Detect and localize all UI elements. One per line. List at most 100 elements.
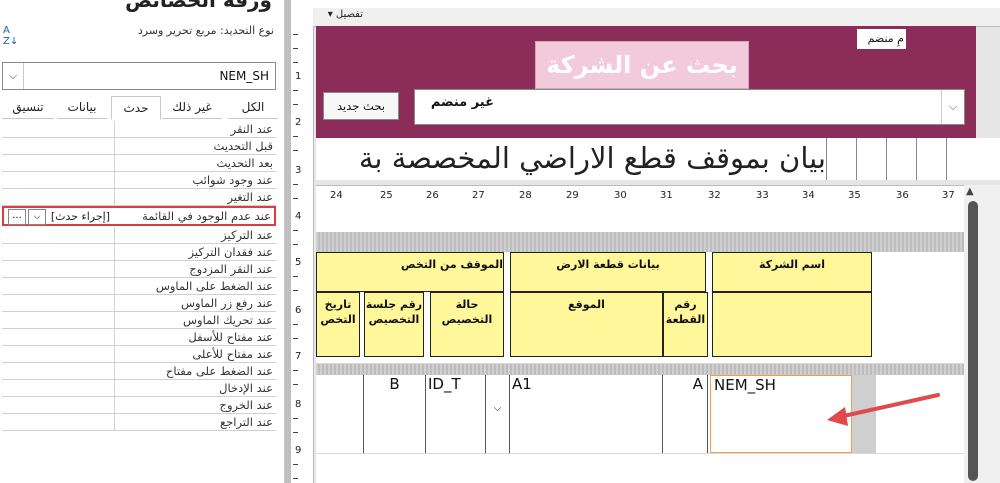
chevron-down-icon[interactable]: ⌵ (941, 90, 964, 124)
land-data-label[interactable]: بيانات قطعة الارض (510, 252, 706, 292)
property-label: قبل التحديث (213, 139, 273, 153)
property-value[interactable] (2, 295, 115, 311)
property-row-not-in-list-highlighted[interactable]: ... ⌵ [إجراء حدث] عند عدم الوجود في القا… (2, 206, 276, 226)
red-arrow-annotation (827, 393, 940, 426)
property-value[interactable] (2, 346, 115, 362)
allocation-date-label[interactable]: تاريخ التخص (316, 292, 360, 357)
property-value[interactable] (2, 312, 115, 328)
detail-section-label: ▾ تفصيل (327, 9, 363, 20)
tab-format[interactable]: تنسيق (2, 96, 54, 119)
property-row[interactable]: عند النقر المزدوج (2, 261, 276, 278)
property-label: عند الضغط على الماوس (155, 279, 273, 293)
header-title-box[interactable]: بحث عن الشركة (535, 41, 749, 89)
property-row[interactable]: عند التغير (2, 189, 276, 206)
property-value[interactable] (2, 380, 115, 396)
session-number-field[interactable]: B (364, 375, 426, 453)
scrollbar-thumb[interactable] (968, 201, 978, 481)
property-row[interactable]: عند مفتاح للأسفل (2, 329, 276, 346)
property-value[interactable] (2, 155, 115, 171)
property-row[interactable]: عند التراجع (2, 414, 276, 431)
vertical-ruler: 1 2 3 4 5 6 7 8 9 (291, 8, 314, 483)
property-value[interactable] (2, 278, 115, 294)
session-number-label[interactable]: رقم جلسة التخصيص (364, 292, 424, 357)
company-search-combo[interactable]: غير منضم ⌵ (414, 89, 965, 125)
property-value[interactable] (2, 172, 115, 188)
chevron-down-icon[interactable]: ⌵ (3, 63, 24, 89)
ruler-number: 35 (848, 190, 861, 201)
ruler-number: 1 (295, 71, 302, 82)
ruler-number: 32 (708, 190, 721, 201)
detail-section-bar[interactable]: ▾ تفصيل (313, 8, 1000, 27)
company-name-label[interactable]: اسم الشركة (712, 252, 872, 292)
report-design-area: اسم الشركة بيانات قطعة الارض الموقف من ا… (316, 210, 964, 483)
tab-event[interactable]: حدث (111, 96, 161, 120)
vertical-scrollbar[interactable]: ▲ (964, 185, 1000, 483)
tab-other[interactable]: غير ذلك (162, 96, 222, 119)
property-row[interactable]: عند فقدان التركيز (2, 244, 276, 261)
property-value[interactable] (2, 261, 115, 277)
property-row[interactable]: عند مفتاح للأعلى (2, 346, 276, 363)
property-value[interactable] (2, 329, 115, 345)
property-value[interactable] (2, 121, 115, 137)
property-value[interactable] (2, 397, 115, 413)
property-row[interactable]: عند تحريك الماوس (2, 312, 276, 329)
ruler-number: 4 (295, 211, 302, 222)
ruler-number: 30 (614, 190, 627, 201)
property-row[interactable]: قبل التحديث (2, 138, 276, 155)
ruler-number: 8 (295, 399, 302, 410)
object-selector-combo[interactable]: ⌵ NEM_SH (2, 62, 276, 90)
property-value[interactable] (2, 244, 115, 260)
property-label: عند التراجع (220, 415, 273, 429)
property-label: عند التركيز (221, 228, 273, 242)
property-label: عند تحريك الماوس (183, 313, 273, 327)
ruler-number: 6 (295, 305, 302, 316)
new-search-button[interactable]: بحث جديد (323, 92, 399, 120)
property-row[interactable]: عند رفع زر الماوس (2, 295, 276, 312)
report-title[interactable]: بيان بموقف قطع الاراضي المخصصة بة (316, 138, 826, 178)
company-name-spacer (712, 292, 872, 357)
property-row[interactable]: عند التركيز (2, 227, 276, 244)
allocation-date-field[interactable] (316, 375, 364, 453)
unbound-label[interactable]: مِ منضم (857, 29, 906, 49)
property-label: عند النقر (230, 122, 273, 136)
ruler-number: 24 (330, 190, 343, 201)
property-value[interactable] (2, 189, 115, 205)
property-row[interactable]: بعد التحديث (2, 155, 276, 172)
property-row[interactable]: عند الإدخال (2, 380, 276, 397)
property-row[interactable]: عند وجود شوائب (2, 172, 276, 189)
location-label[interactable]: الموقع (510, 292, 663, 357)
chevron-down-icon[interactable]: ⌵ (28, 209, 46, 225)
ruler-number: 26 (426, 190, 439, 201)
scroll-up-icon[interactable]: ▲ (966, 186, 974, 197)
location-field[interactable]: A1 (510, 375, 663, 453)
property-label: بعد التحديث (216, 156, 273, 170)
allocation-status-field[interactable]: ID_T (426, 375, 486, 453)
allocation-status-dropdown[interactable]: ⌵ (486, 375, 510, 453)
property-value[interactable] (2, 414, 115, 430)
property-row[interactable]: عند النقر (2, 121, 276, 138)
property-row[interactable]: عند الخروج (2, 397, 276, 414)
header-title: بحث عن الشركة (546, 51, 738, 79)
plot-number-label[interactable]: رقم القطعة (663, 292, 708, 357)
property-label: عند وجود شوائب (192, 173, 273, 187)
ruler-number: 34 (802, 190, 815, 201)
property-value[interactable] (2, 138, 115, 154)
property-value[interactable] (2, 227, 115, 243)
plot-number-field[interactable]: A (663, 375, 708, 453)
property-label: عند الضغط على مفتاح (165, 364, 273, 378)
property-row[interactable]: عند الضغط على مفتاح (2, 363, 276, 380)
event-procedure-value[interactable]: [إجراء حدث] (51, 209, 110, 224)
tab-all[interactable]: الكل (228, 96, 278, 119)
ruler-number: 29 (566, 190, 579, 201)
object-selector-value: NEM_SH (219, 69, 269, 83)
property-sheet: ورقة الخصائص نوع التحديد: مربع تحرير وسر… (0, 0, 285, 483)
build-button[interactable]: ... (8, 209, 26, 225)
sort-icon[interactable]: A Z↓ (3, 25, 25, 51)
ruler-number: 36 (896, 190, 909, 201)
property-row[interactable]: عند الضغط على الماوس (2, 278, 276, 295)
allocation-state-label[interactable]: حالة التخصيص (430, 292, 504, 357)
allocation-status-group-label[interactable]: الموقف من التخص (316, 252, 504, 292)
property-value[interactable] (2, 363, 115, 379)
property-label: عند الخروج (219, 398, 273, 412)
tab-data[interactable]: بيانات (57, 96, 107, 119)
